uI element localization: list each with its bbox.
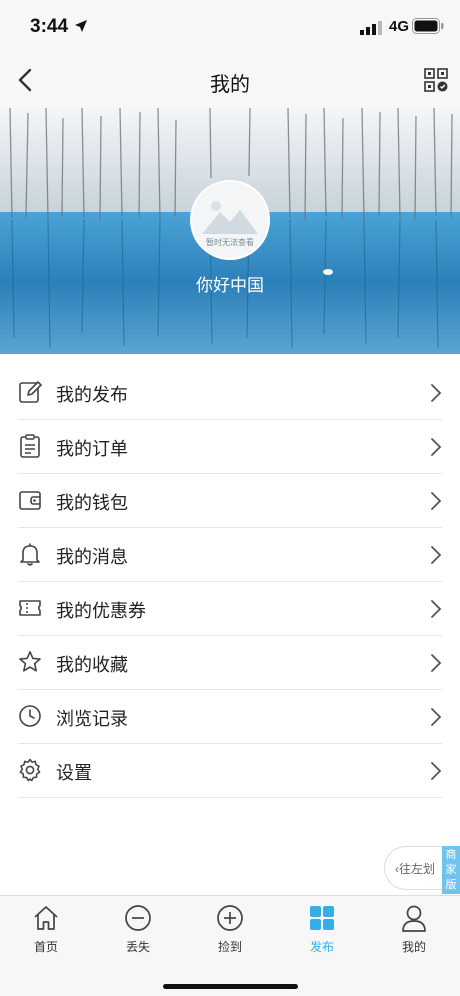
menu-item-my-wallet[interactable]: 我的钱包 [18,474,442,528]
network-type: 4G [389,18,410,35]
gear-icon [19,758,41,782]
tab-label: 发布 [309,940,334,954]
tab-found[interactable]: 捡到 [184,904,276,960]
tab-label: 捡到 [217,940,242,954]
page-title: 我的 [210,74,250,96]
menu-item-label: 我的发布 [56,385,128,405]
tab-home[interactable]: 首页 [0,904,92,960]
minus-circle-icon [125,905,151,931]
chevron-right-icon [431,492,442,510]
order-clipboard-icon [20,434,40,458]
location-arrow-icon [75,20,87,32]
menu-item-my-posts[interactable]: 我的发布 [18,366,442,420]
menu-item-my-coupons[interactable]: 我的优惠券 [18,582,442,636]
menu-item-browsing-history[interactable]: 浏览记录 [18,690,442,744]
menu-item-label: 我的收藏 [56,655,128,675]
menu-item-my-favorites[interactable]: 我的收藏 [18,636,442,690]
merchant-version-tag[interactable]: 商家版 [442,846,460,894]
chevron-right-icon [431,546,442,564]
user-icon [402,905,426,932]
nav-bar: 我的 [0,52,460,108]
plus-circle-icon [217,905,243,931]
menu-item-label: 我的消息 [56,547,128,567]
menu-item-my-orders[interactable]: 我的订单 [18,420,442,474]
menu-item-settings[interactable]: 设置 [18,744,442,798]
status-bar: 3:44 4G [0,0,460,52]
chevron-right-icon [431,654,442,672]
wallet-icon [19,491,41,510]
bell-icon [20,543,40,566]
grid-icon [310,906,334,930]
chevron-right-icon [431,384,442,402]
menu-item-label: 我的订单 [56,439,128,459]
chevron-right-icon [431,708,442,726]
chevron-right-icon [431,762,442,780]
home-indicator [163,984,298,989]
tab-label: 我的 [401,940,426,954]
tab-mine[interactable]: 我的 [368,904,460,960]
menu-item-label: 设置 [56,763,92,783]
bottom-tab-bar: 首页 丢失 捡到 发布 我的 [0,895,460,996]
username: 你好中国 [196,276,264,295]
swipe-hint-text: ‹往左划 [395,862,435,876]
menu-item-label: 我的优惠券 [56,601,146,621]
profile-menu: 我的发布 我的订单 我的钱包 我的消息 我的优惠券 我的收藏 浏览记录 设置 [0,366,460,798]
menu-item-my-messages[interactable]: 我的消息 [18,528,442,582]
star-icon [19,651,41,672]
menu-item-label: 我的钱包 [56,493,128,513]
tab-publish[interactable]: 发布 [276,904,368,960]
swipe-left-hint[interactable]: ‹往左划 [384,846,448,890]
cellular-signal-icon [360,21,382,35]
edit-icon [19,381,42,403]
battery-icon [412,18,444,34]
clock-icon [19,705,41,727]
avatar-placeholder-text: 暂时无法查看 [206,238,254,247]
menu-item-label: 浏览记录 [56,709,128,729]
chevron-right-icon [431,600,442,618]
coupon-icon [19,600,41,616]
chevron-right-icon [431,438,442,456]
tab-lost[interactable]: 丢失 [92,904,184,960]
avatar[interactable]: 暂时无法查看 [190,180,270,260]
tab-label: 丢失 [125,940,150,954]
qr-code-icon[interactable] [424,68,448,92]
profile-banner: 暂时无法查看 你好中国 [0,108,460,354]
tab-label: 首页 [33,940,58,954]
home-icon [34,906,58,930]
status-time: 3:44 [30,16,69,37]
